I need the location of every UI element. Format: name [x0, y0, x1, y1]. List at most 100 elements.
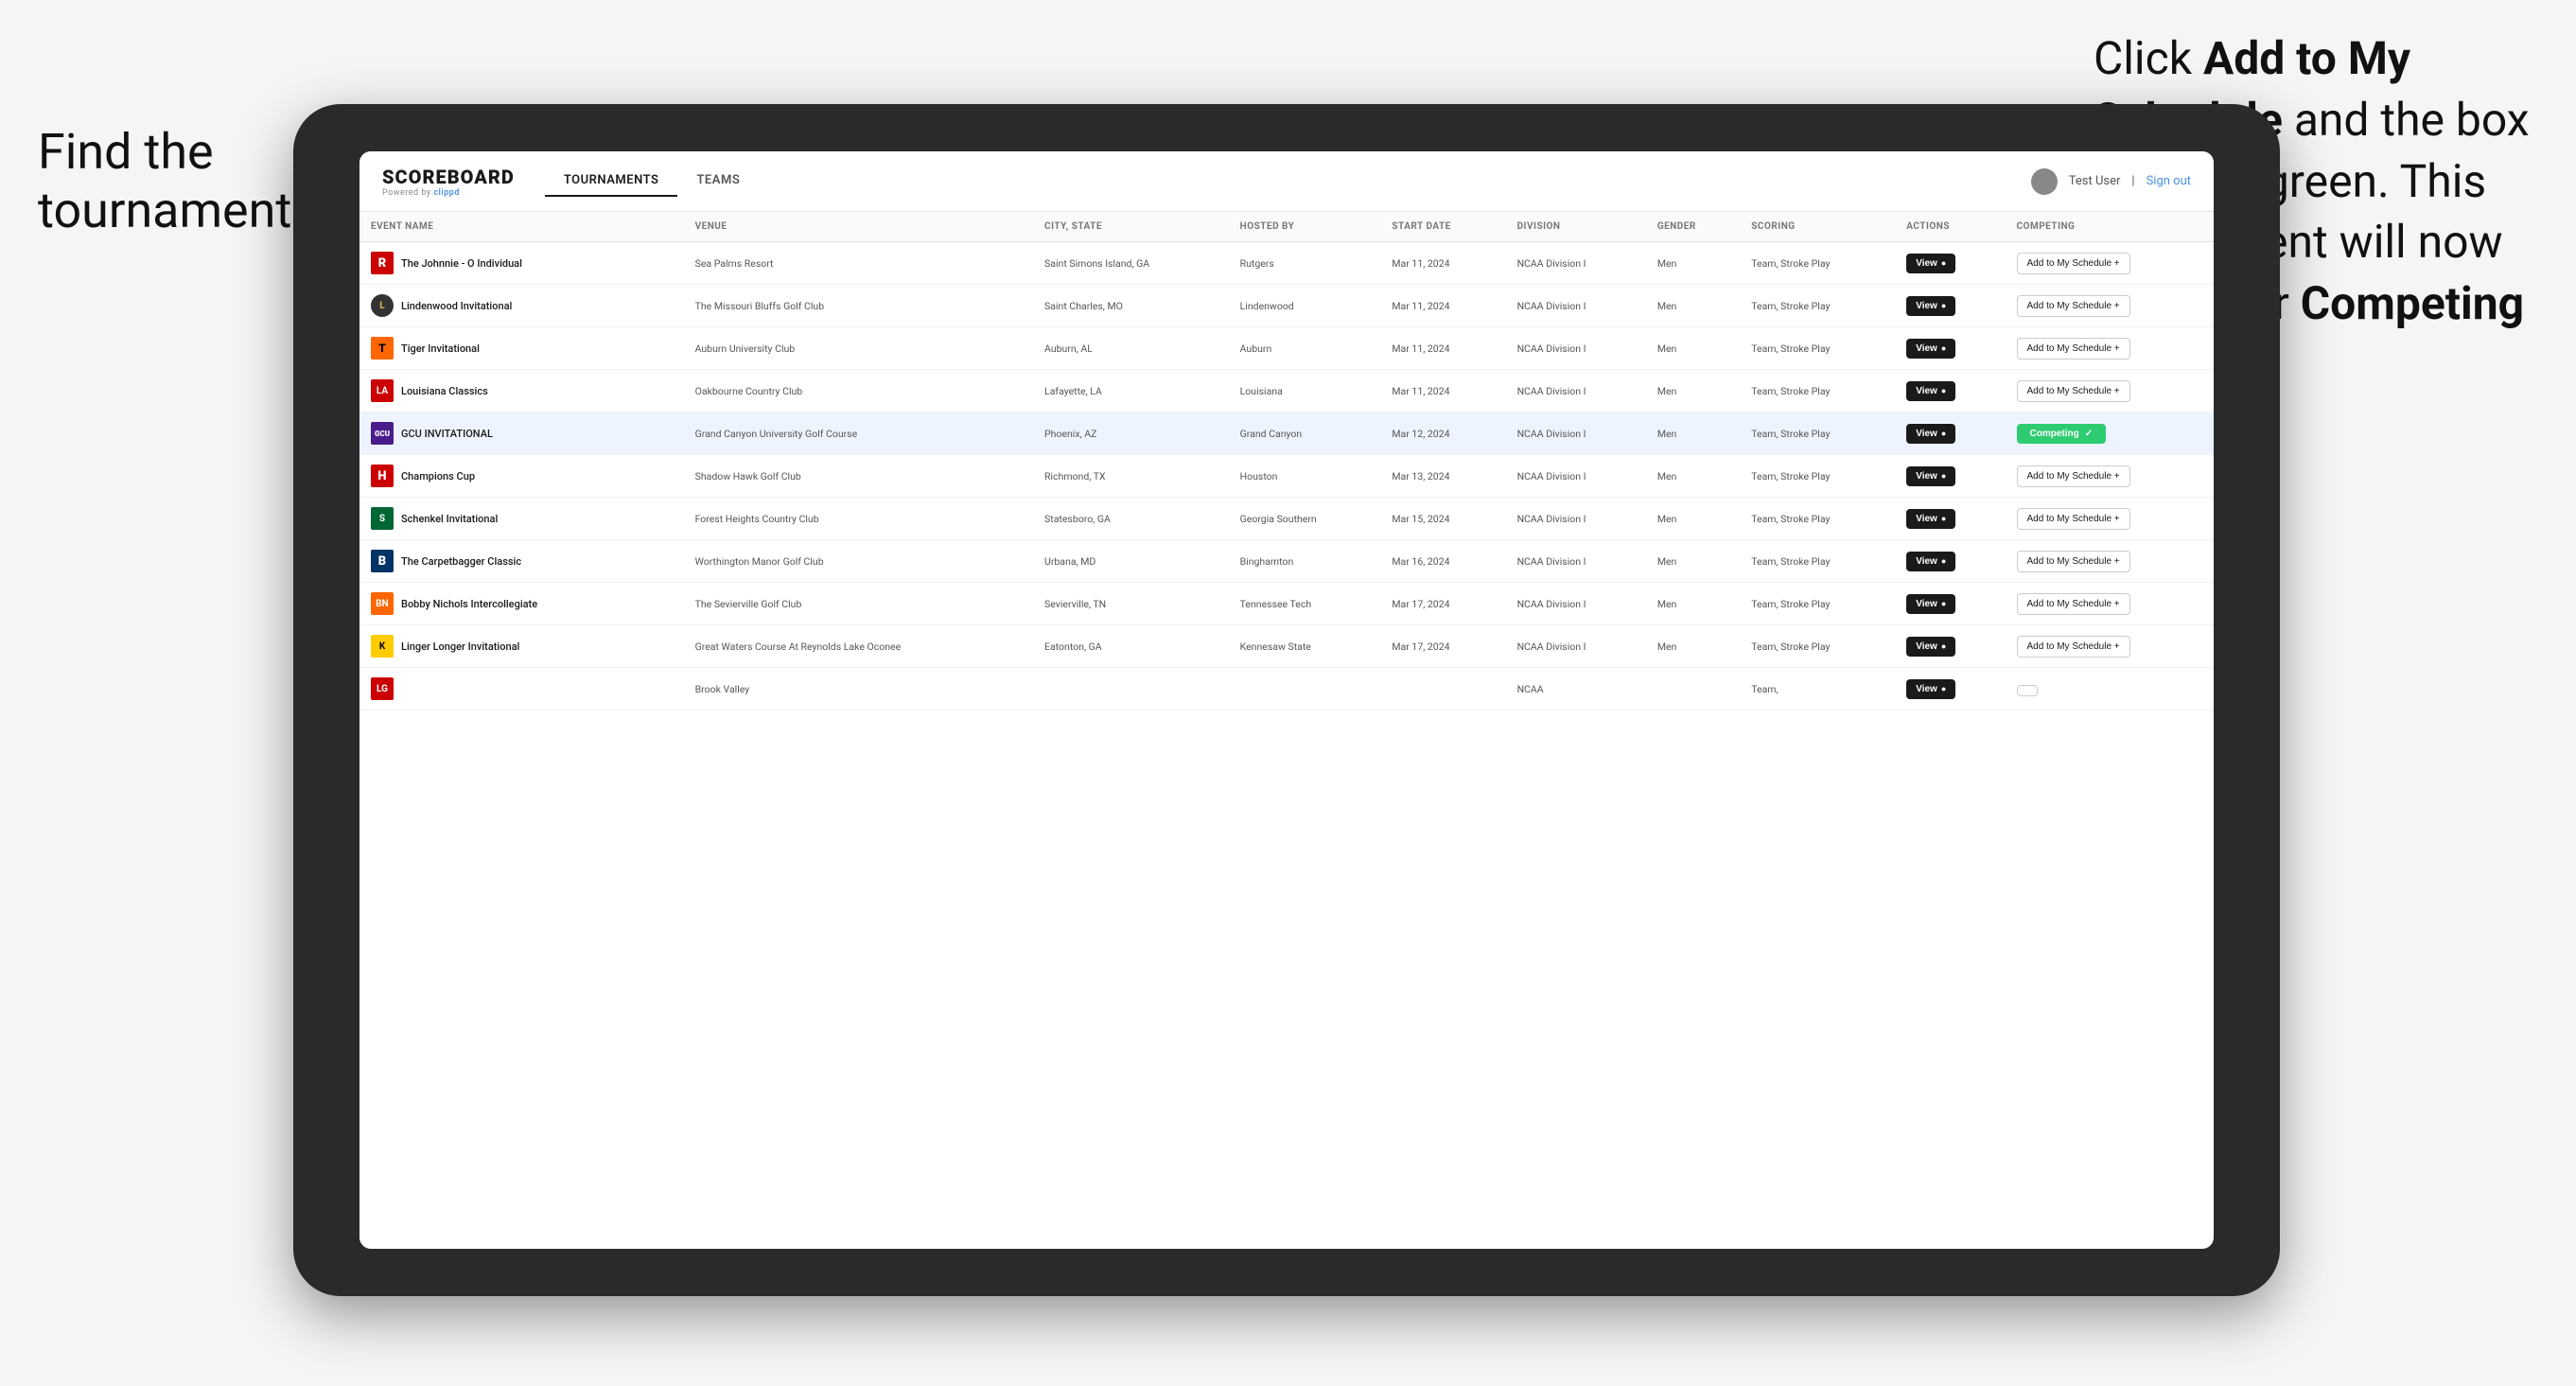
table-row: LG Brook ValleyNCAATeam,View ●	[359, 668, 2214, 711]
table-container: EVENT NAME VENUE CITY, STATE HOSTED BY S…	[359, 212, 2214, 1249]
event-name-cell: L Lindenwood Invitational	[359, 285, 684, 327]
gender-cell: Men	[1646, 455, 1740, 498]
view-button[interactable]: View ●	[1906, 466, 1955, 486]
venue-cell: Sea Palms Resort	[684, 242, 1033, 285]
col-start-date: START DATE	[1380, 212, 1505, 242]
gender-cell: Men	[1646, 498, 1740, 540]
gender-cell: Men	[1646, 285, 1740, 327]
venue-cell: Auburn University Club	[684, 327, 1033, 370]
add-to-schedule-button[interactable]: Add to My Schedule +	[2017, 508, 2130, 530]
event-name-text: Louisiana Classics	[401, 385, 488, 397]
tablet-frame: SCOREBOARD Powered by clippd TOURNAMENTS…	[293, 104, 2280, 1296]
actions-cell: View ●	[1895, 498, 2005, 540]
team-logo: R	[371, 252, 394, 274]
hosted-by-cell: Kennesaw State	[1229, 625, 1381, 668]
avatar	[2031, 168, 2058, 195]
col-venue: VENUE	[684, 212, 1033, 242]
actions-cell: View ●	[1895, 540, 2005, 583]
col-event-name: EVENT NAME	[359, 212, 684, 242]
division-cell: NCAA	[1506, 668, 1646, 711]
add-to-schedule-button[interactable]: Add to My Schedule +	[2017, 253, 2130, 274]
scoring-cell: Team, Stroke Play	[1740, 412, 1895, 455]
add-to-schedule-button[interactable]: Add to My Schedule +	[2017, 551, 2130, 572]
table-row: B The Carpetbagger Classic Worthington M…	[359, 540, 2214, 583]
actions-cell: View ●	[1895, 327, 2005, 370]
start-date-cell: Mar 12, 2024	[1380, 412, 1505, 455]
actions-cell: View ●	[1895, 583, 2005, 625]
hosted-by-cell: Houston	[1229, 455, 1381, 498]
start-date-cell: Mar 17, 2024	[1380, 583, 1505, 625]
venue-cell: Great Waters Course At Reynolds Lake Oco…	[684, 625, 1033, 668]
event-name-cell: S Schenkel Invitational	[359, 498, 684, 540]
view-button[interactable]: View ●	[1906, 424, 1955, 444]
competing-cell: Competing ✓	[2006, 412, 2214, 455]
start-date-cell: Mar 17, 2024	[1380, 625, 1505, 668]
view-button[interactable]: View ●	[1906, 679, 1955, 699]
user-name: Test User	[2069, 174, 2121, 188]
actions-cell: View ●	[1895, 370, 2005, 412]
team-logo: B	[371, 550, 394, 572]
tablet-screen: SCOREBOARD Powered by clippd TOURNAMENTS…	[359, 151, 2214, 1249]
event-name-text: Linger Longer Invitational	[401, 640, 519, 653]
tournaments-table: EVENT NAME VENUE CITY, STATE HOSTED BY S…	[359, 212, 2214, 711]
table-row: H Champions Cup Shadow Hawk Golf ClubRic…	[359, 455, 2214, 498]
view-button[interactable]: View ●	[1906, 637, 1955, 657]
team-logo: H	[371, 465, 394, 487]
actions-cell: View ●	[1895, 285, 2005, 327]
division-cell: NCAA Division I	[1506, 242, 1646, 285]
view-button[interactable]: View ●	[1906, 296, 1955, 316]
table-row: GCU GCU INVITATIONAL Grand Canyon Univer…	[359, 412, 2214, 455]
table-header-row: EVENT NAME VENUE CITY, STATE HOSTED BY S…	[359, 212, 2214, 242]
city-state-cell	[1033, 668, 1229, 711]
view-button[interactable]: View ●	[1906, 509, 1955, 529]
team-logo: BN	[371, 592, 394, 615]
gender-cell: Men	[1646, 625, 1740, 668]
actions-cell: View ●	[1895, 625, 2005, 668]
add-to-schedule-button[interactable]: Add to My Schedule +	[2017, 636, 2130, 658]
start-date-cell: Mar 11, 2024	[1380, 327, 1505, 370]
logo-powered: Powered by clippd	[382, 188, 515, 198]
tab-teams[interactable]: TEAMS	[677, 166, 759, 197]
view-button[interactable]: View ●	[1906, 381, 1955, 401]
add-to-schedule-button[interactable]: Add to My Schedule +	[2017, 338, 2130, 360]
table-row: T Tiger Invitational Auburn University C…	[359, 327, 2214, 370]
table-row: L Lindenwood Invitational The Missouri B…	[359, 285, 2214, 327]
competing-cell: Add to My Schedule +	[2006, 370, 2214, 412]
team-logo: T	[371, 337, 394, 360]
col-city-state: CITY, STATE	[1033, 212, 1229, 242]
view-button[interactable]: View ●	[1906, 254, 1955, 273]
view-button[interactable]: View ●	[1906, 594, 1955, 614]
add-to-schedule-button[interactable]: Add to My Schedule +	[2017, 295, 2130, 317]
event-name-cell: K Linger Longer Invitational	[359, 625, 684, 668]
venue-cell: Worthington Manor Golf Club	[684, 540, 1033, 583]
add-to-schedule-button[interactable]: Add to My Schedule +	[2017, 380, 2130, 402]
add-to-schedule-button[interactable]: Add to My Schedule +	[2017, 465, 2130, 487]
scoring-cell: Team, Stroke Play	[1740, 625, 1895, 668]
actions-cell: View ●	[1895, 242, 2005, 285]
city-state-cell: Urbana, MD	[1033, 540, 1229, 583]
competing-cell: Add to My Schedule +	[2006, 327, 2214, 370]
event-name-text: Bobby Nichols Intercollegiate	[401, 598, 537, 610]
table-row: R The Johnnie - O Individual Sea Palms R…	[359, 242, 2214, 285]
gender-cell: Men	[1646, 540, 1740, 583]
division-cell: NCAA Division I	[1506, 285, 1646, 327]
city-state-cell: Richmond, TX	[1033, 455, 1229, 498]
competing-button[interactable]: Competing ✓	[2017, 424, 2107, 444]
venue-cell: The Missouri Bluffs Golf Club	[684, 285, 1033, 327]
add-to-schedule-button[interactable]: Add to My Schedule +	[2017, 593, 2130, 615]
view-button[interactable]: View ●	[1906, 339, 1955, 359]
scoring-cell: Team, Stroke Play	[1740, 455, 1895, 498]
add-to-schedule-button[interactable]	[2017, 685, 2038, 696]
actions-cell: View ●	[1895, 412, 2005, 455]
table-row: BN Bobby Nichols Intercollegiate The Sev…	[359, 583, 2214, 625]
scoring-cell: Team, Stroke Play	[1740, 498, 1895, 540]
start-date-cell	[1380, 668, 1505, 711]
scoring-cell: Team,	[1740, 668, 1895, 711]
competing-cell: Add to My Schedule +	[2006, 625, 2214, 668]
city-state-cell: Eatonton, GA	[1033, 625, 1229, 668]
gender-cell: Men	[1646, 370, 1740, 412]
tab-tournaments[interactable]: TOURNAMENTS	[545, 166, 678, 197]
city-state-cell: Saint Charles, MO	[1033, 285, 1229, 327]
sign-out-link[interactable]: Sign out	[2147, 174, 2191, 188]
view-button[interactable]: View ●	[1906, 552, 1955, 571]
